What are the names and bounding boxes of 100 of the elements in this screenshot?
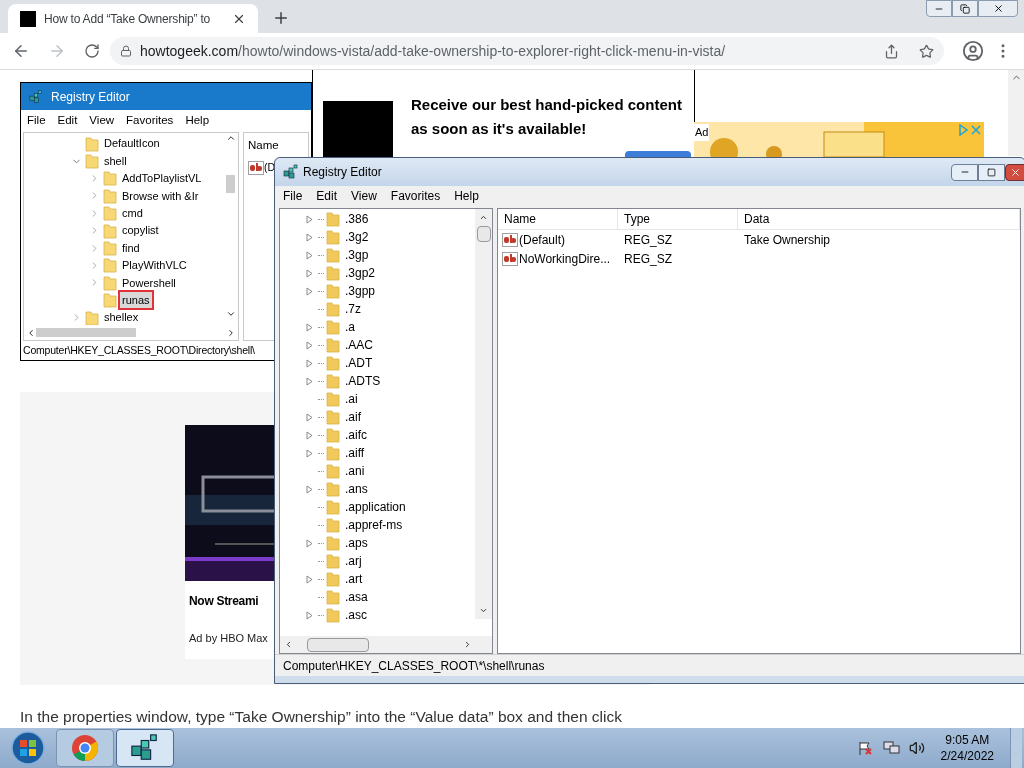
scroll-up-icon[interactable]: [479, 213, 488, 222]
column-header[interactable]: Type: [618, 209, 738, 229]
value-type: REG_SZ: [624, 232, 672, 247]
tree-item[interactable]: .386: [345, 210, 369, 228]
menu-item[interactable]: Help: [185, 112, 210, 130]
tree-item[interactable]: .aps: [345, 534, 368, 552]
expand-triangle-icon[interactable]: [306, 610, 313, 620]
share-icon[interactable]: [884, 43, 899, 59]
lock-icon: [120, 45, 132, 57]
forward-icon[interactable]: [48, 42, 66, 60]
tree-item[interactable]: .3gpp: [345, 282, 376, 300]
folder-icon: [326, 607, 340, 623]
menu-item[interactable]: Edit: [57, 112, 78, 130]
menu-item[interactable]: File: [27, 112, 46, 130]
back-icon[interactable]: [12, 42, 30, 60]
menu-item[interactable]: View: [89, 112, 115, 130]
address-field[interactable]: howtogeek.com/howto/windows-vista/add-take-ownership-to-explorer-right-click-menu-in-vista/: [110, 37, 944, 65]
menu-item[interactable]: Favorites: [390, 187, 441, 205]
restore-button[interactable]: [952, 0, 978, 17]
ad-heading[interactable]: Now Streami: [189, 592, 259, 611]
tree-item[interactable]: find: [120, 239, 142, 257]
scroll-down-icon[interactable]: [479, 606, 488, 615]
minimize-button[interactable]: [951, 163, 978, 181]
page-scrollbar[interactable]: [1008, 70, 1024, 156]
scroll-left-icon[interactable]: [284, 640, 293, 649]
column-header[interactable]: Name: [498, 209, 618, 229]
tree-item[interactable]: .3gp: [345, 246, 369, 264]
folder-icon: [326, 247, 340, 263]
show-desktop-button[interactable]: [1010, 728, 1022, 768]
new-tab-icon[interactable]: [272, 9, 290, 27]
scroll-left-icon[interactable]: [26, 327, 36, 338]
scroll-right-icon[interactable]: [226, 327, 236, 338]
tree-item[interactable]: Powershell: [120, 274, 178, 292]
profile-icon[interactable]: [962, 40, 984, 62]
tree-item[interactable]: .3g2: [345, 228, 369, 246]
menu-item[interactable]: File: [283, 187, 303, 205]
menu-item[interactable]: Edit: [316, 187, 338, 205]
clock[interactable]: 9:05 AM 2/24/2022: [940, 732, 994, 764]
tree-item[interactable]: .aiff: [345, 444, 365, 462]
scroll-thumb[interactable]: [307, 637, 369, 652]
tree-item[interactable]: .aif: [345, 408, 361, 426]
value-name: (Default): [519, 231, 565, 249]
action-center-flag-icon[interactable]: [856, 740, 873, 756]
vertical-scrollbar[interactable]: [475, 209, 492, 619]
menu-item[interactable]: Help: [454, 187, 479, 205]
tree-item[interactable]: .art: [345, 570, 363, 588]
scroll-thumb[interactable]: [36, 328, 136, 338]
tree-item[interactable]: cmd: [120, 205, 145, 222]
site-favicon: [20, 10, 36, 27]
tree-item[interactable]: .a: [345, 318, 355, 336]
tree-item[interactable]: .ai: [345, 390, 358, 408]
scroll-up-icon[interactable]: [225, 133, 236, 143]
tree-item[interactable]: DefaultIcon: [102, 135, 162, 152]
scroll-right-icon[interactable]: [463, 640, 472, 649]
scroll-down-icon[interactable]: [225, 309, 236, 319]
tree-item[interactable]: Browse with &Ir: [120, 187, 201, 205]
tree-item[interactable]: PlayWithVLC: [120, 257, 189, 274]
tree-item[interactable]: .ADT: [345, 354, 373, 372]
folder-icon: [326, 517, 340, 533]
tree-item[interactable]: .asc: [345, 606, 367, 624]
expand-triangle-icon[interactable]: [306, 538, 313, 548]
tree-item[interactable]: .appref-ms: [345, 516, 403, 534]
tree-item[interactable]: AddToPlaylistVL: [120, 170, 204, 187]
browser-tab[interactable]: How to Add “Take Ownership” to: [8, 4, 258, 33]
taskbar-button[interactable]: [116, 729, 174, 767]
column-header[interactable]: Data: [738, 209, 1020, 229]
menu-item[interactable]: View: [351, 187, 377, 205]
menu-item[interactable]: Favorites: [126, 112, 174, 130]
tree-item[interactable]: .ani: [345, 462, 365, 480]
folder-icon: [103, 222, 117, 239]
folder-icon: [85, 153, 99, 170]
tree-item[interactable]: .application: [345, 498, 406, 516]
tree-item[interactable]: .3gp2: [345, 264, 376, 282]
speaker-icon[interactable]: [908, 740, 925, 756]
tree-item[interactable]: copylist: [120, 222, 161, 239]
folder-icon: [326, 211, 340, 227]
tree-item[interactable]: .ADTS: [345, 372, 381, 390]
folder-icon: [326, 283, 340, 299]
network-icon[interactable]: [882, 740, 901, 756]
folder-icon: [103, 205, 117, 222]
tree-item[interactable]: .ans: [345, 480, 368, 498]
tree-item[interactable]: .7z: [345, 300, 361, 318]
ad-choices-icon[interactable]: [958, 124, 982, 136]
tree-item[interactable]: runas: [120, 291, 152, 309]
tree-item[interactable]: .AAC: [345, 336, 373, 354]
tree-item[interactable]: .asa: [345, 588, 368, 606]
tree-item[interactable]: .arj: [345, 552, 362, 570]
tree-item[interactable]: shellex: [102, 309, 141, 326]
string-value-icon: [502, 232, 518, 247]
bookmark-star-icon[interactable]: [919, 43, 934, 59]
column-header[interactable]: Name: [248, 137, 308, 155]
horizontal-scrollbar[interactable]: [280, 636, 492, 653]
scroll-thumb[interactable]: [476, 226, 491, 242]
reload-icon[interactable]: [84, 43, 100, 59]
expand-triangle-icon[interactable]: [306, 484, 313, 494]
scroll-thumb[interactable]: [226, 175, 235, 193]
tree-item[interactable]: shell: [102, 152, 129, 170]
close-button[interactable]: [1005, 163, 1024, 181]
expand-triangle-icon[interactable]: [306, 574, 313, 584]
tree-item[interactable]: .aifc: [345, 426, 367, 444]
